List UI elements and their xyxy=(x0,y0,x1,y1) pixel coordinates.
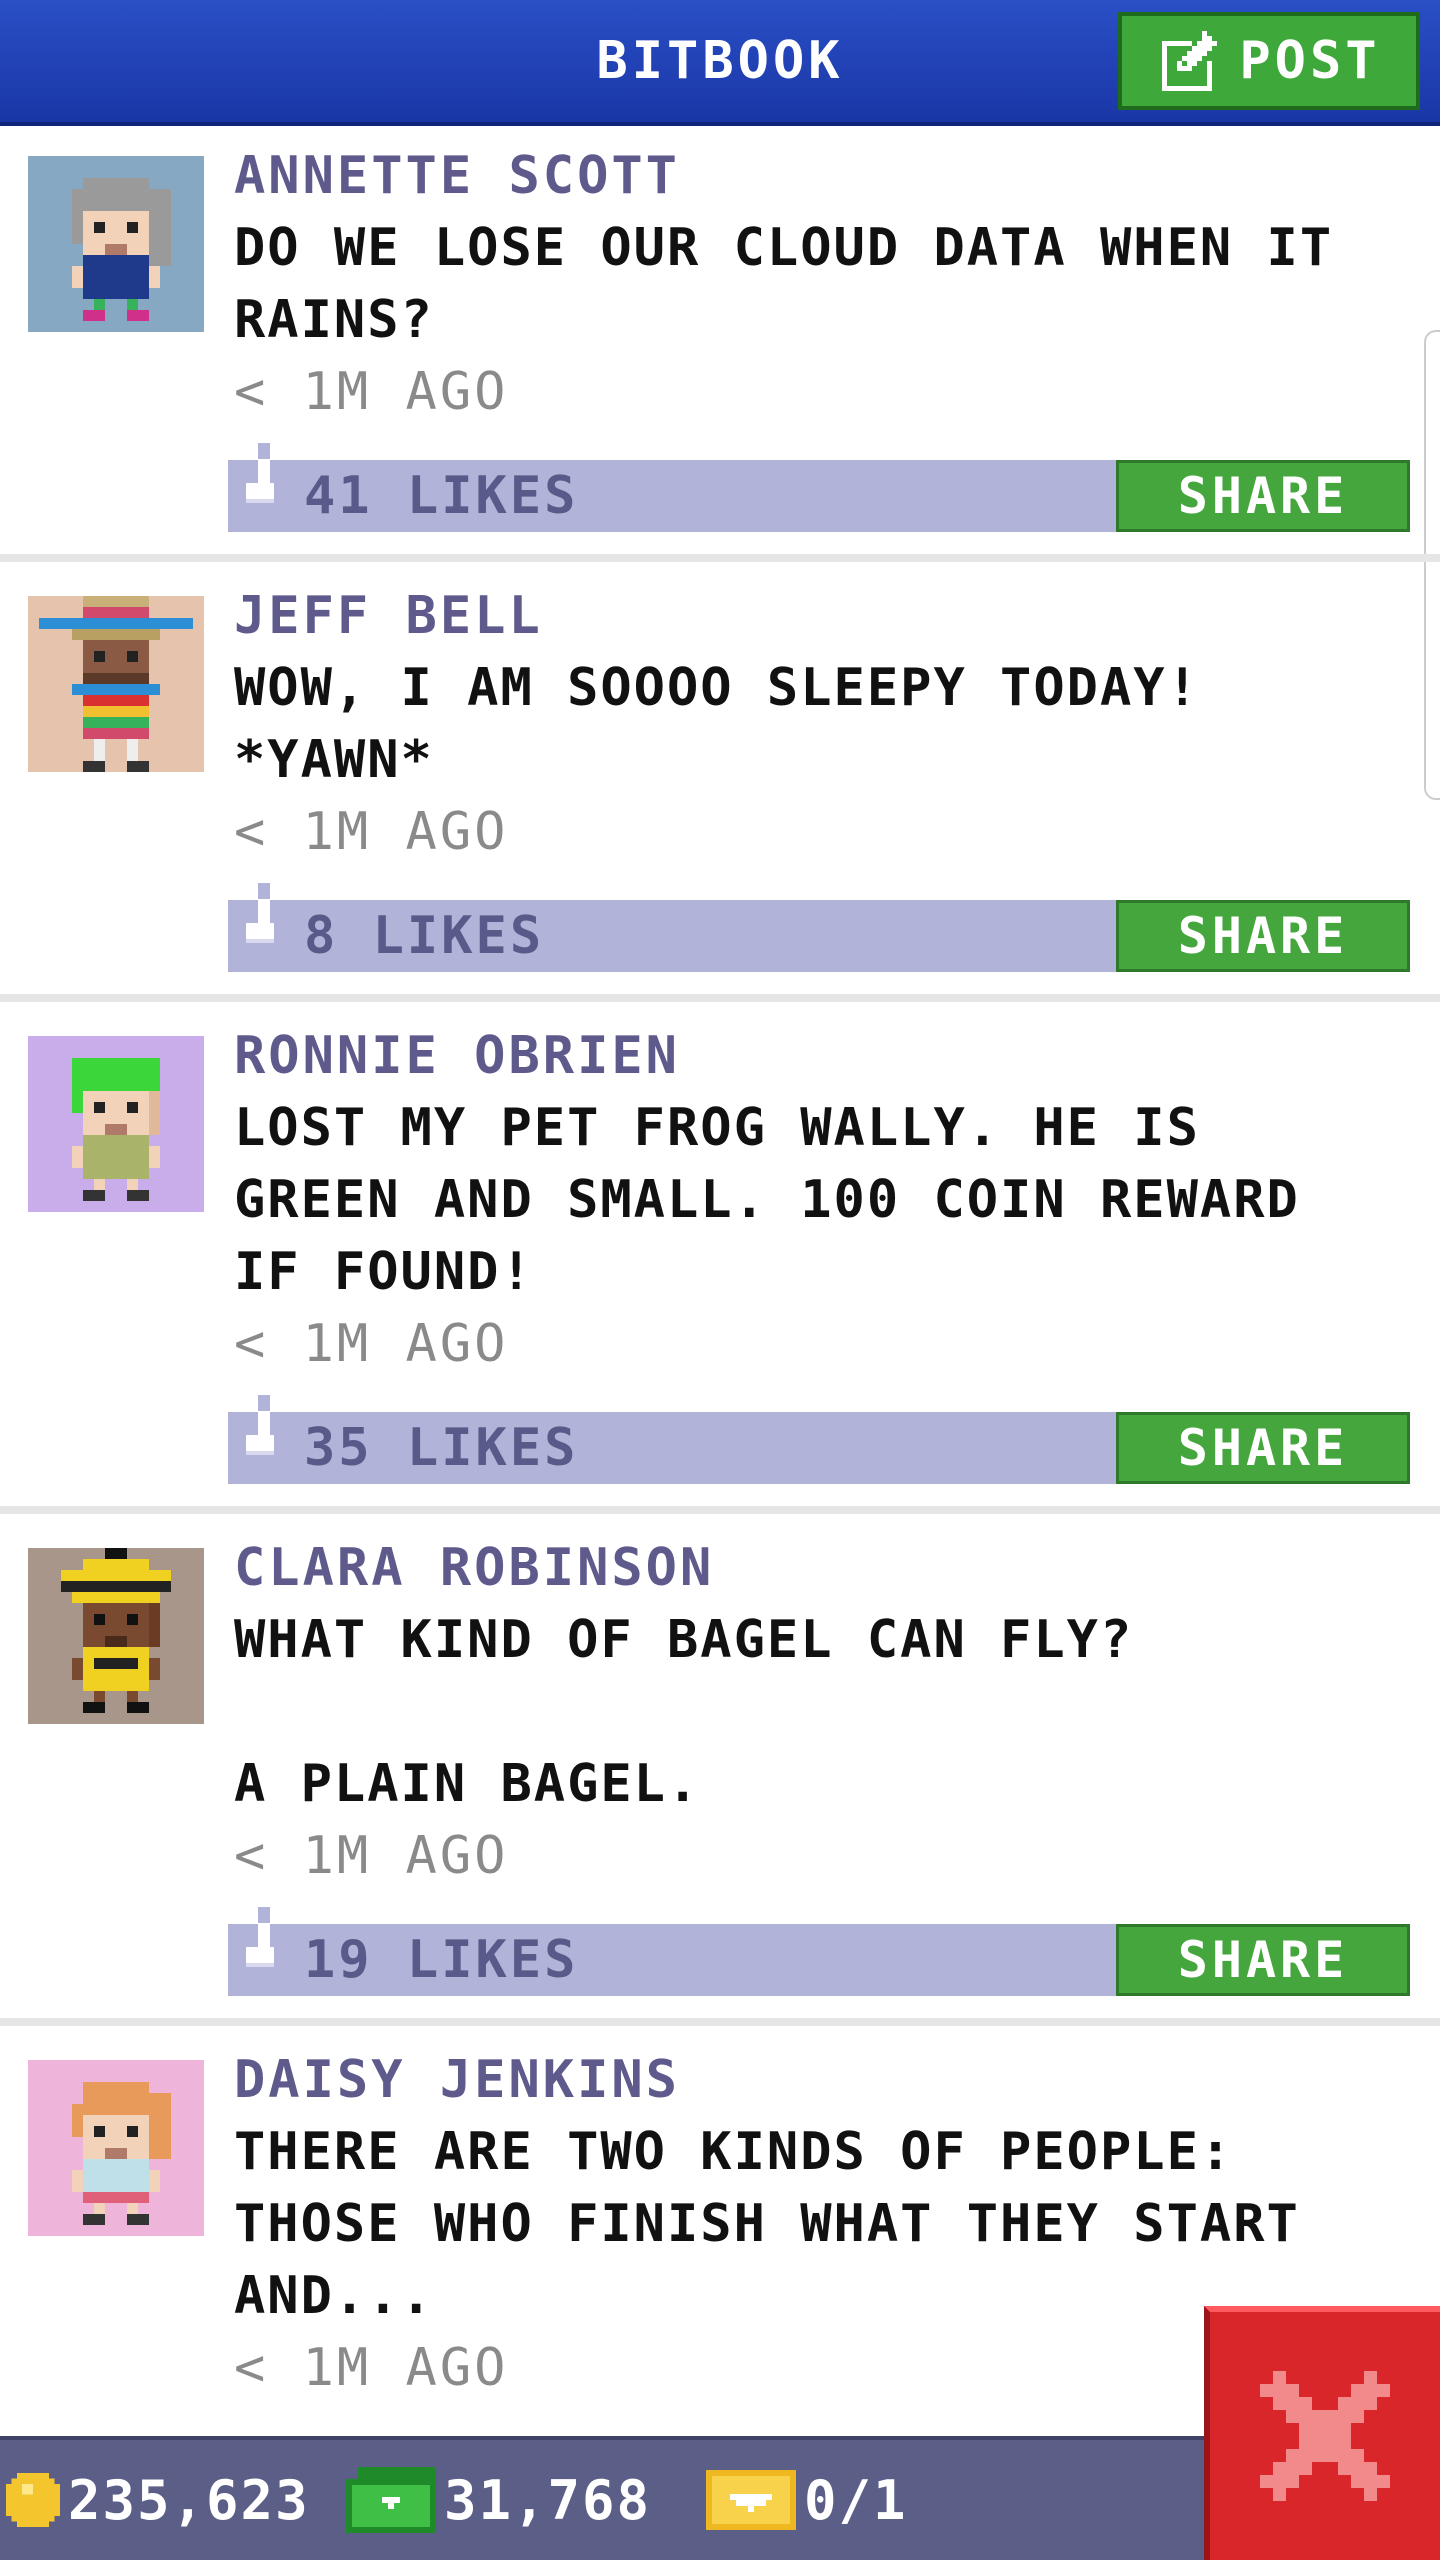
divider xyxy=(0,994,1440,1002)
avatar-jeff-bell xyxy=(28,596,204,772)
likes-count: 8 LIKES xyxy=(304,906,545,966)
tickets-stat: 0/1 xyxy=(706,2440,908,2560)
post-author[interactable]: ANNETTE SCOTT xyxy=(234,146,680,206)
avatar-annette-scott xyxy=(28,156,204,332)
edit-icon xyxy=(1162,31,1218,91)
divider xyxy=(0,1506,1440,1514)
post-text: WOW, I AM SOOOO SLEEPY TODAY! *YAWN* xyxy=(234,658,1234,790)
avatar[interactable] xyxy=(28,596,204,772)
likes-count: 41 LIKES xyxy=(304,466,579,526)
thumbs-up-icon[interactable] xyxy=(238,1906,282,1992)
divider xyxy=(0,554,1440,562)
app-header: BITBOOK POST xyxy=(0,0,1440,126)
post-text: LOST MY PET FROG WALLY. HE IS GREEN AND … xyxy=(234,1098,1334,1302)
post-timestamp: < 1M AGO xyxy=(234,802,509,862)
avatar-ronnie-obrien xyxy=(28,1036,204,1212)
bux-icon xyxy=(346,2467,436,2533)
post-author[interactable]: RONNIE OBRIEN xyxy=(234,1026,680,1086)
likes-bar: 35 LIKES SHARE xyxy=(228,1395,1410,1484)
thumbs-up-icon[interactable] xyxy=(238,442,282,528)
likes-bar: 41 LIKES SHARE xyxy=(228,443,1410,532)
close-button[interactable] xyxy=(1204,2306,1440,2560)
post-button-label: POST xyxy=(1239,31,1381,91)
likes-bar: 8 LIKES SHARE xyxy=(228,883,1410,972)
coin-icon xyxy=(6,2473,60,2527)
post-timestamp: < 1M AGO xyxy=(234,2338,509,2398)
avatar-daisy-jenkins xyxy=(28,2060,204,2236)
post-timestamp: < 1M AGO xyxy=(234,362,509,422)
post-text: THERE ARE TWO KINDS OF PEOPLE: THOSE WHO… xyxy=(234,2122,1334,2326)
likes-count: 19 LIKES xyxy=(304,1930,579,1990)
thumbs-up-icon[interactable] xyxy=(238,1394,282,1480)
close-icon xyxy=(1260,2371,1390,2501)
likes-bar: 19 LIKES SHARE xyxy=(228,1907,1410,1996)
ticket-icon xyxy=(706,2470,796,2530)
coins-value: 235,623 xyxy=(68,2468,310,2532)
post-author[interactable]: DAISY JENKINS xyxy=(234,2050,680,2110)
coins-stat: 235,623 xyxy=(6,2440,310,2560)
post-author[interactable]: JEFF BELL xyxy=(234,586,543,646)
bux-stat: 31,768 xyxy=(346,2440,651,2560)
avatar[interactable] xyxy=(28,1036,204,1212)
share-button[interactable]: SHARE xyxy=(1116,1412,1410,1484)
avatar[interactable] xyxy=(28,1548,204,1724)
post-timestamp: < 1M AGO xyxy=(234,1826,509,1886)
share-button[interactable]: SHARE xyxy=(1116,460,1410,532)
post-button[interactable]: POST xyxy=(1118,12,1420,110)
share-button[interactable]: SHARE xyxy=(1116,900,1410,972)
share-button[interactable]: SHARE xyxy=(1116,1924,1410,1996)
post-text: WHAT KIND OF BAGEL CAN FLY? A PLAIN BAGE… xyxy=(234,1610,1134,1814)
avatar[interactable] xyxy=(28,156,204,332)
thumbs-up-icon[interactable] xyxy=(238,882,282,968)
avatar-clara-robinson xyxy=(28,1548,204,1724)
avatar[interactable] xyxy=(28,2060,204,2236)
post-author[interactable]: CLARA ROBINSON xyxy=(234,1538,714,1598)
tickets-value: 0/1 xyxy=(804,2468,908,2532)
post-timestamp: < 1M AGO xyxy=(234,1314,509,1374)
scrollbar[interactable] xyxy=(1424,330,1440,800)
divider xyxy=(0,2018,1440,2026)
likes-count: 35 LIKES xyxy=(304,1418,579,1478)
bux-value: 31,768 xyxy=(444,2468,652,2532)
post-text: DO WE LOSE OUR CLOUD DATA WHEN IT RAINS? xyxy=(234,218,1367,350)
